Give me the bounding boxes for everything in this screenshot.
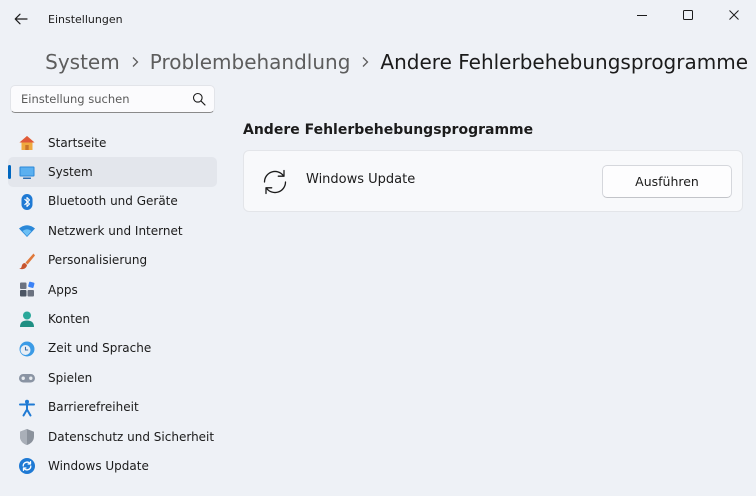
windows-update-icon [18, 457, 36, 475]
sidebar-item-label: Datenschutz und Sicherheit [48, 429, 215, 444]
sidebar-item-label: System [48, 165, 93, 180]
apps-icon [18, 281, 36, 299]
close-icon [729, 10, 739, 20]
run-troubleshooter-button[interactable]: Ausführen [602, 165, 732, 198]
sidebar-item-label: Netzwerk und Internet [48, 223, 183, 238]
maximize-icon [683, 10, 693, 20]
home-icon [18, 134, 36, 152]
breadcrumb-problembehandlung[interactable]: Problembehandlung [150, 50, 351, 74]
sidebar-item-bluetooth[interactable]: Bluetooth und Geräte [8, 187, 217, 216]
section-title: Andere Fehlerbehebungsprogramme [243, 122, 534, 138]
sidebar-item-label: Personalisierung [48, 253, 148, 268]
shield-icon [18, 428, 36, 446]
sidebar-item-label: Zeit und Sprache [48, 341, 152, 356]
sidebar-item-label: Apps [48, 282, 78, 297]
search-icon[interactable] [192, 92, 206, 106]
title-bar: Einstellungen [0, 0, 756, 40]
breadcrumb-current-page: Andere Fehlerbehebungsprogramme [380, 50, 748, 74]
window-title: Einstellungen [48, 13, 123, 26]
bluetooth-icon [18, 193, 36, 211]
sidebar-item-startseite[interactable]: Startseite [8, 128, 217, 157]
sidebar-item-zeit-sprache[interactable]: Zeit und Sprache [8, 334, 217, 363]
sidebar-item-label: Spielen [48, 370, 93, 385]
sidebar-item-windows-update[interactable]: Windows Update [8, 451, 217, 480]
close-button[interactable] [711, 0, 756, 30]
brush-icon [18, 252, 36, 270]
sidebar-item-label: Startseite [48, 135, 107, 150]
sidebar-item-system[interactable]: System [8, 157, 217, 187]
back-arrow-icon [14, 13, 28, 25]
search-input[interactable] [11, 86, 191, 112]
maximize-button[interactable] [665, 0, 711, 30]
gamepad-icon [18, 369, 36, 387]
sidebar-item-barrierefreiheit[interactable]: Barrierefreiheit [8, 393, 217, 422]
wifi-icon [18, 222, 36, 240]
sidebar-item-konten[interactable]: Konten [8, 304, 217, 333]
minimize-icon [637, 15, 647, 16]
person-icon [18, 310, 36, 328]
search-box [10, 85, 215, 113]
refresh-icon [263, 169, 287, 195]
back-button[interactable] [8, 6, 34, 32]
minimize-button[interactable] [619, 0, 665, 30]
sidebar-nav: Startseite System Bluetooth und Geräte N… [8, 128, 217, 481]
accessibility-icon [18, 399, 36, 417]
sidebar-item-label: Konten [48, 312, 90, 327]
monitor-icon [18, 163, 36, 181]
chevron-right-icon [131, 56, 139, 68]
breadcrumb: System Problembehandlung Andere Fehlerbe… [0, 50, 748, 74]
sidebar-item-netzwerk[interactable]: Netzwerk und Internet [8, 216, 217, 245]
breadcrumb-system[interactable]: System [45, 50, 120, 74]
sidebar-item-apps[interactable]: Apps [8, 275, 217, 304]
sidebar-item-personalisierung[interactable]: Personalisierung [8, 246, 217, 275]
chevron-right-icon [361, 56, 369, 68]
sidebar-item-spielen[interactable]: Spielen [8, 363, 217, 392]
troubleshooter-card-windows-update: Windows Update Ausführen [243, 150, 743, 212]
globe-clock-icon [18, 340, 36, 358]
sidebar-item-label: Bluetooth und Geräte [48, 194, 178, 209]
sidebar-item-datenschutz[interactable]: Datenschutz und Sicherheit [8, 422, 217, 451]
troubleshooter-label: Windows Update [306, 172, 416, 187]
sidebar-item-label: Windows Update [48, 458, 149, 473]
sidebar-item-label: Barrierefreiheit [48, 400, 139, 415]
